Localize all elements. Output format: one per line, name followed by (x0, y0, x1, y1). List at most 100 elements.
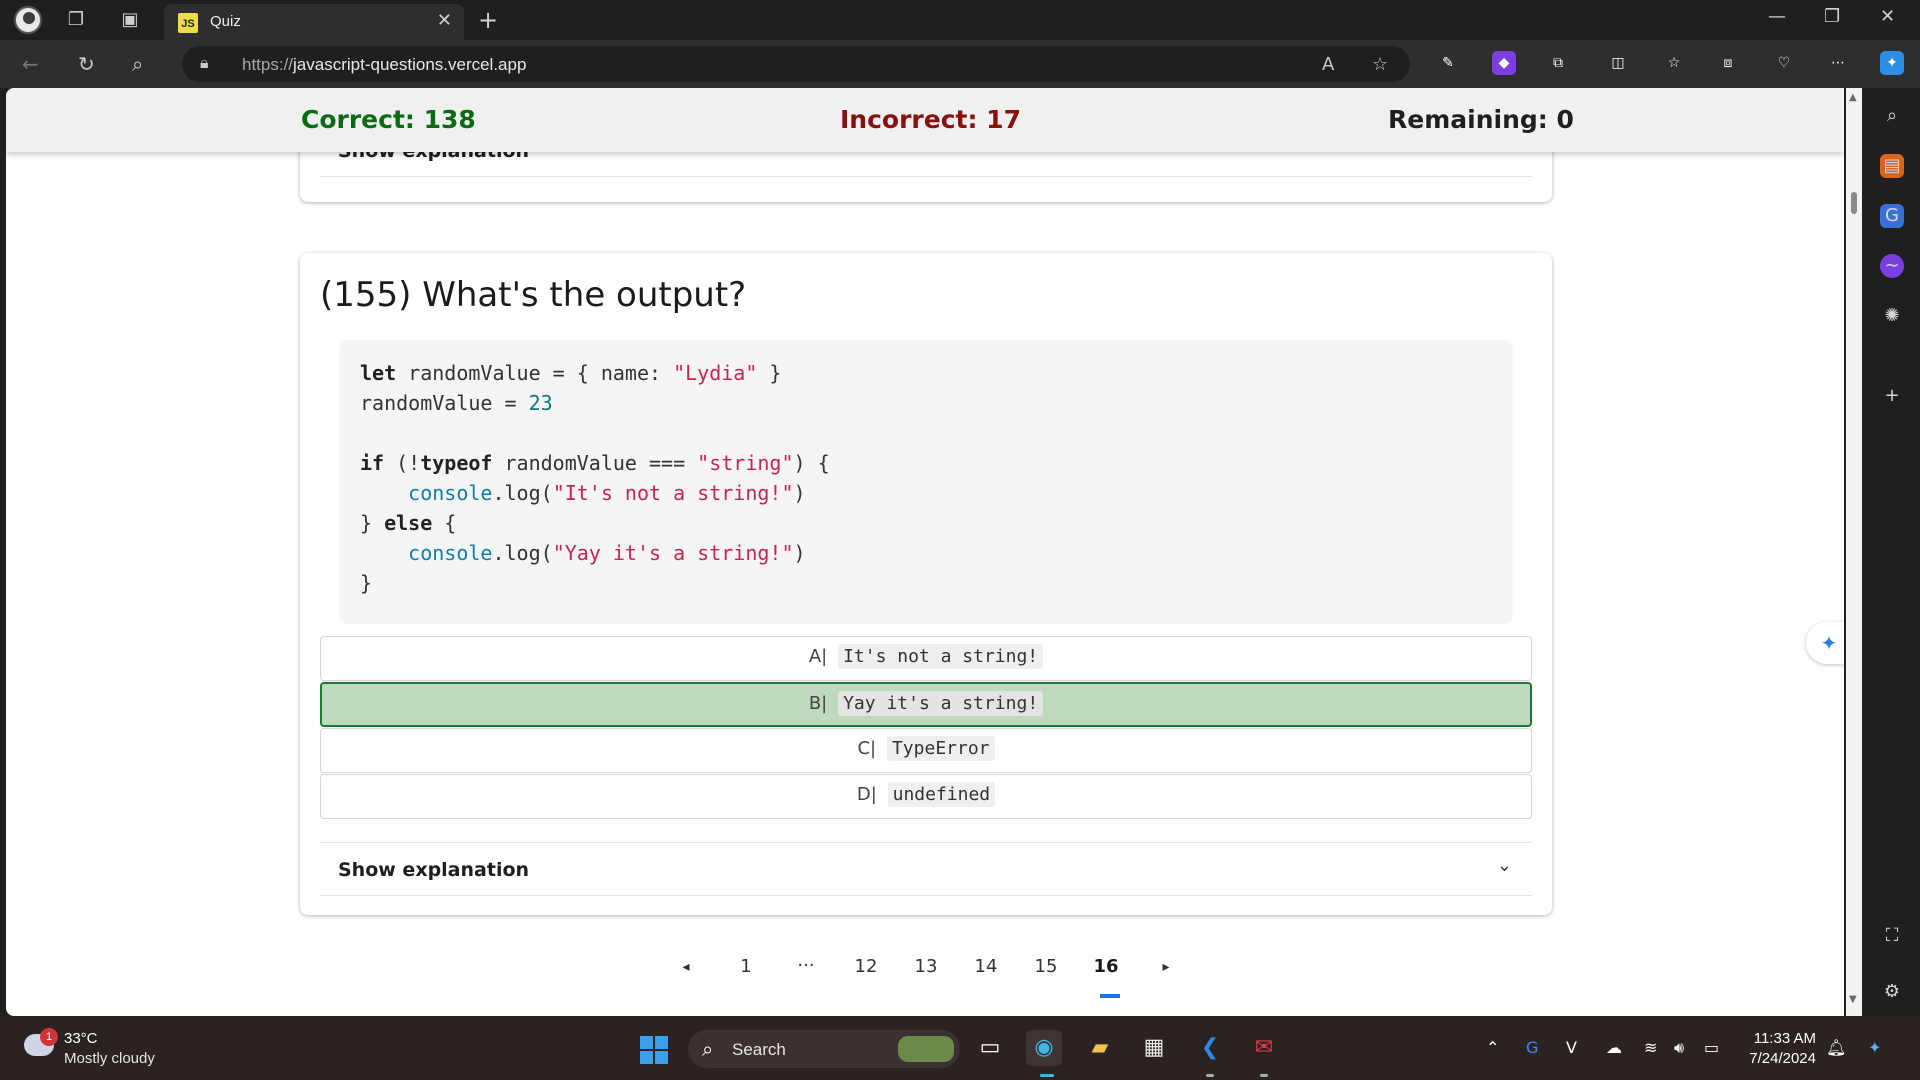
purple-extension-icon[interactable]: ◆ (1492, 51, 1516, 75)
tab-actions-icon[interactable]: ▣ (118, 8, 142, 32)
score-bar: Correct: 138 Incorrect: 17 Remaining: 0 (6, 88, 1844, 152)
volume-icon[interactable]: 🔊︎ (1674, 1038, 1684, 1058)
sidebar-messenger-icon[interactable]: ~ (1880, 254, 1904, 278)
url-host: javascript-questions.vercel.app (293, 55, 527, 74)
split-screen-icon[interactable]: ◫ (1606, 51, 1630, 75)
wifi-icon[interactable]: ≋ (1644, 1038, 1657, 1057)
question-card: (155) What's the output? let randomValue… (300, 253, 1552, 915)
sidebar-tools-icon[interactable]: ▤ (1880, 154, 1904, 178)
more-menu-icon[interactable]: ⋯ (1826, 51, 1850, 75)
minimize-icon[interactable]: — (1768, 6, 1786, 27)
refresh-icon[interactable]: ↻ (78, 52, 95, 76)
page-14[interactable]: 14 (966, 956, 1006, 977)
chat-app-icon[interactable]: ✉ (1246, 1030, 1282, 1066)
scroll-up-icon[interactable]: ▲ (1849, 92, 1857, 103)
pen-extension-icon[interactable]: ✎ (1436, 51, 1460, 75)
next-page-icon[interactable]: ▸ (1146, 959, 1186, 975)
option-text: TypeError (886, 736, 995, 761)
workspaces-icon[interactable]: ❐ (64, 8, 88, 32)
code-line: randomValue = 23 (360, 391, 553, 415)
code-line: } (360, 571, 373, 595)
page-viewport: Correct: 138 Incorrect: 17 Remaining: 0 … (6, 88, 1844, 1016)
sidebar-settings-icon[interactable]: ⚙ (1880, 980, 1904, 1004)
clock-time[interactable]: 11:33 AM (1752, 1030, 1816, 1047)
vscode-icon[interactable]: ❮ (1192, 1030, 1228, 1066)
option-d[interactable]: D| undefined (320, 774, 1532, 819)
file-explorer-icon[interactable]: ▰ (1082, 1030, 1118, 1066)
code-line: } else { (360, 511, 457, 535)
tray-g-icon[interactable]: G (1526, 1038, 1538, 1057)
option-c[interactable]: C| TypeError (320, 728, 1532, 773)
url-text[interactable]: https://javascript-questions.vercel.app (242, 55, 526, 75)
prev-page-icon[interactable]: ◂ (666, 959, 706, 975)
tab-quiz[interactable]: JS Quiz ✕ (164, 4, 464, 40)
vscode-running-indicator (1206, 1074, 1214, 1077)
tab-close-icon[interactable]: ✕ (437, 10, 452, 31)
battery-icon[interactable]: ▭ (1704, 1038, 1719, 1057)
search-label: Search (732, 1040, 786, 1059)
taskbar-search[interactable]: ⌕ Search (688, 1030, 960, 1068)
microsoft-store-icon[interactable]: ▦ (1136, 1030, 1172, 1066)
copilot-icon[interactable]: ✦ (1880, 51, 1904, 75)
search-highlight-image (898, 1036, 954, 1062)
extensions-icon[interactable]: ⧉ (1546, 51, 1570, 75)
page-15[interactable]: 15 (1026, 956, 1066, 977)
page-16-active[interactable]: 16 (1086, 956, 1126, 977)
code-line: console.log("It's not a string!") (408, 481, 806, 505)
browser-titlebar: ❐ ▣ JS Quiz ✕ + — ❐ ✕ (0, 0, 1920, 40)
correct-count: Correct: 138 (301, 105, 476, 134)
page-12[interactable]: 12 (846, 956, 886, 977)
new-tab-icon[interactable]: + (478, 6, 498, 34)
show-explanation-toggle[interactable]: Show explanation ⌄ (320, 842, 1532, 896)
page-scrollbar[interactable]: ▲ ▼ (1846, 88, 1862, 1016)
tray-v-icon[interactable]: V (1566, 1038, 1577, 1057)
option-text: It's not a string! (838, 644, 1044, 669)
search-icon[interactable]: ⌕ (132, 52, 143, 76)
collections-icon[interactable]: ⧈ (1716, 51, 1740, 75)
copilot-float-icon[interactable]: ✦ (1806, 622, 1844, 664)
sidebar-add-icon[interactable]: + (1880, 384, 1904, 408)
notification-bell-icon[interactable]: 🔔︎ (1826, 1038, 1846, 1057)
tray-overflow-icon[interactable]: ⌃ (1486, 1038, 1499, 1057)
windows-start-icon[interactable] (640, 1036, 668, 1064)
chat-running-indicator (1260, 1074, 1268, 1077)
page-13[interactable]: 13 (906, 956, 946, 977)
sidebar-chatgpt-icon[interactable]: ✺ (1880, 304, 1904, 328)
option-b[interactable]: B| Yay it's a string! (320, 682, 1532, 727)
scroll-down-icon[interactable]: ▼ (1849, 994, 1857, 1005)
remaining-count: Remaining: 0 (1388, 105, 1574, 134)
read-aloud-icon[interactable]: A (1322, 54, 1334, 75)
edge-app-icon[interactable]: ◉ (1026, 1030, 1062, 1066)
page-ellipsis: ... (797, 950, 815, 971)
performance-icon[interactable]: ♡ (1772, 51, 1796, 75)
page-1[interactable]: 1 (726, 956, 766, 977)
favorite-star-icon[interactable]: ☆ (1372, 54, 1388, 75)
edge-sidebar: ⌕ ▤ G ~ ✺ + ⛶ ⚙ (1864, 88, 1920, 1016)
option-letter: A| (808, 646, 828, 667)
lock-icon[interactable]: 🔒︎ (200, 53, 209, 73)
restore-icon[interactable]: ❐ (1824, 6, 1840, 27)
option-a[interactable]: A| It's not a string! (320, 636, 1532, 681)
sidebar-search-icon[interactable]: ⌕ (1880, 104, 1904, 128)
weather-temperature[interactable]: 33°C (64, 1030, 98, 1047)
url-protocol: https:// (242, 55, 294, 74)
address-bar[interactable]: 🔒︎ https://javascript-questions.vercel.a… (182, 46, 1410, 82)
sidebar-screenshot-icon[interactable]: ⛶ (1880, 924, 1904, 948)
answer-options: A| It's not a string! B| Yay it's a stri… (320, 636, 1532, 820)
back-icon[interactable]: ← (22, 52, 39, 76)
favorites-icon[interactable]: ☆ (1662, 51, 1686, 75)
code-block: let randomValue = { name: "Lydia" } rand… (340, 340, 1512, 622)
close-window-icon[interactable]: ✕ (1880, 6, 1895, 27)
active-page-indicator (1100, 994, 1120, 998)
clock-date[interactable]: 7/24/2024 (1744, 1050, 1816, 1067)
code-line: let randomValue = { name: "Lydia" } (360, 361, 782, 385)
profile-avatar-icon[interactable] (14, 6, 42, 34)
option-letter: C| (857, 738, 877, 759)
sidebar-translate-icon[interactable]: G (1880, 204, 1904, 228)
weather-description[interactable]: Mostly cloudy (64, 1050, 155, 1067)
scroll-thumb[interactable] (1851, 192, 1857, 214)
copilot-taskbar-icon[interactable]: ✦ (1868, 1038, 1881, 1057)
edge-active-indicator (1040, 1074, 1054, 1077)
task-view-icon[interactable]: ▭ (972, 1030, 1008, 1066)
tray-cloud-icon[interactable]: ☁ (1606, 1038, 1622, 1057)
